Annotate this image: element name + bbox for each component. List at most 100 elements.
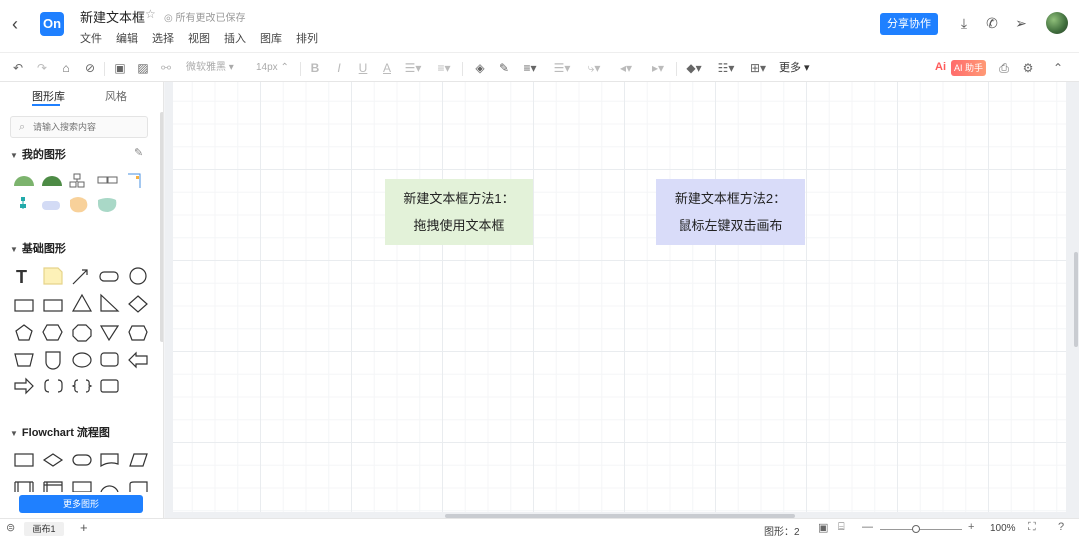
font-family-select[interactable]: 微软雅黑 ▾	[186, 59, 248, 77]
arrow-end-icon[interactable]: ▸▾	[648, 59, 668, 77]
undo-icon[interactable]: ↶	[10, 59, 26, 77]
page-tab-1[interactable]: 画布1	[24, 522, 64, 536]
ai-logo[interactable]: Ai	[935, 61, 946, 73]
search-input[interactable]	[33, 120, 143, 134]
menu-file[interactable]: 文件	[80, 30, 102, 46]
connector-icon[interactable]: ⤷▾	[584, 59, 604, 77]
bold-icon[interactable]: B	[308, 59, 322, 77]
right-arrow-shape[interactable]	[14, 377, 34, 395]
send-icon[interactable]: ➢	[1012, 14, 1030, 32]
underline-icon[interactable]: U	[356, 59, 370, 77]
half-circle-dark-shape[interactable]	[42, 176, 62, 186]
clear-format-icon[interactable]: ⊘	[82, 59, 98, 77]
text-style-icon[interactable]: ▣	[112, 59, 128, 77]
right-bracket-shape[interactable]	[57, 379, 63, 393]
hexagon-shape[interactable]	[42, 324, 63, 341]
terminator-shape[interactable]	[72, 454, 92, 466]
sliders-icon[interactable]: ⚙	[1020, 59, 1036, 77]
zoom-in-icon[interactable]: +	[968, 521, 974, 533]
section-my-shapes[interactable]: ▼ 我的图形	[10, 146, 66, 162]
line-height-icon[interactable]: ☰▾	[403, 59, 423, 77]
shield-shape[interactable]	[45, 351, 61, 370]
document-shape[interactable]	[100, 453, 119, 468]
align-icon[interactable]: ≡▾	[434, 59, 454, 77]
avatar[interactable]	[1046, 12, 1068, 34]
fullscreen-icon[interactable]: ⛶	[1028, 521, 1036, 534]
zoom-slider-handle[interactable]	[912, 525, 920, 533]
image-icon[interactable]: ▨	[135, 59, 151, 77]
blob-orange-shape[interactable]	[70, 197, 88, 213]
star-icon[interactable]: ☆	[145, 7, 156, 21]
decagon-shape[interactable]	[128, 325, 148, 341]
fit-page-icon[interactable]: ▣	[818, 521, 828, 534]
trapezoid-shape[interactable]	[14, 353, 34, 367]
left-brace-shape[interactable]	[71, 379, 79, 393]
bracket-shape[interactable]	[128, 173, 141, 188]
vertical-scrollbar[interactable]	[1074, 252, 1078, 347]
book-icon[interactable]: ⌸	[838, 521, 845, 534]
line-style-icon[interactable]: ≡▾	[520, 59, 540, 77]
rect-shape[interactable]	[72, 481, 92, 492]
format-painter-icon[interactable]: ⌂	[58, 59, 74, 77]
zoom-level[interactable]: 100%	[990, 523, 1016, 534]
download-icon[interactable]: ⤓	[955, 14, 973, 32]
menu-insert[interactable]: 插入	[224, 30, 246, 46]
zoom-slider-track[interactable]	[880, 529, 962, 530]
chevron-left-icon[interactable]: ‹	[12, 14, 28, 34]
section-flowchart[interactable]: ▼ Flowchart 流程图	[10, 424, 110, 440]
phone-icon[interactable]: ✆	[983, 14, 1001, 32]
menu-select[interactable]: 选择	[152, 30, 174, 46]
distribute-icon[interactable]: ☷▾	[716, 59, 736, 77]
data-shape[interactable]	[129, 453, 148, 467]
internal-storage-shape[interactable]	[43, 481, 63, 492]
pentagon-shape[interactable]	[15, 324, 33, 341]
left-arrow-shape[interactable]	[128, 351, 148, 369]
redo-icon[interactable]: ↷	[34, 59, 50, 77]
chevron-up-icon[interactable]: ⌃	[1050, 59, 1066, 77]
layers-icon[interactable]: ⊜	[6, 521, 15, 534]
arrow-start-icon[interactable]: ◂▾	[616, 59, 636, 77]
blob-teal-shape[interactable]	[98, 198, 117, 212]
left-bracket-shape[interactable]	[44, 379, 50, 393]
group-icon[interactable]: ⊞▾	[748, 59, 768, 77]
circle-shape[interactable]	[129, 267, 147, 285]
menu-gallery[interactable]: 图库	[260, 30, 282, 46]
link-icon[interactable]: ⚯	[158, 59, 174, 77]
rectangle-shape[interactable]	[14, 299, 34, 312]
frame-shape[interactable]	[100, 379, 119, 393]
shape-search[interactable]: ⌕	[10, 116, 148, 138]
card-shape[interactable]	[100, 352, 119, 367]
document-title[interactable]: 新建文本框	[80, 7, 145, 26]
menu-edit[interactable]: 编辑	[116, 30, 138, 46]
octagon-shape[interactable]	[72, 324, 92, 342]
page-settings-icon[interactable]: ⎙	[996, 59, 1012, 77]
section-basic-shapes[interactable]: ▼ 基础图形	[10, 240, 66, 256]
speech-bubble-shape[interactable]	[72, 352, 92, 368]
share-button[interactable]: 分享协作	[880, 13, 938, 35]
rectangle-shape-2[interactable]	[43, 299, 63, 312]
diamond-shape[interactable]	[128, 295, 148, 313]
drawing-canvas[interactable]: 新建文本框方法1： 拖拽使用文本框 新建文本框方法2： 鼠标左键双击画布	[173, 82, 1066, 512]
process-shape[interactable]	[14, 453, 34, 467]
tab-shape-library[interactable]: 图形库	[32, 88, 65, 104]
delay-shape[interactable]	[100, 485, 119, 492]
layer-order-icon[interactable]: ◆▾	[684, 59, 704, 77]
font-color-icon[interactable]: A	[380, 59, 394, 77]
line-color-icon[interactable]: ✎	[496, 59, 512, 77]
rounded-rect-shape[interactable]	[99, 271, 119, 282]
fill-color-icon[interactable]: ◈	[472, 59, 488, 77]
zoom-out-icon[interactable]: —	[862, 521, 873, 533]
arrow-line-shape[interactable]	[72, 269, 88, 285]
ai-assistant-button[interactable]: AI 助手	[951, 60, 986, 76]
menu-view[interactable]: 视图	[188, 30, 210, 46]
menu-arrange[interactable]: 排列	[296, 30, 318, 46]
textbox-method-1[interactable]: 新建文本框方法1： 拖拽使用文本框	[385, 179, 533, 245]
triangle-shape[interactable]	[71, 293, 93, 312]
italic-icon[interactable]: I	[332, 59, 346, 77]
tab-style[interactable]: 风格	[105, 88, 127, 104]
right-brace-shape[interactable]	[85, 379, 93, 393]
inverted-triangle-shape[interactable]	[99, 325, 120, 342]
note-shape[interactable]	[43, 267, 63, 285]
flow-chain-shape[interactable]	[97, 176, 118, 184]
sidebar-scrollbar[interactable]	[160, 112, 163, 342]
